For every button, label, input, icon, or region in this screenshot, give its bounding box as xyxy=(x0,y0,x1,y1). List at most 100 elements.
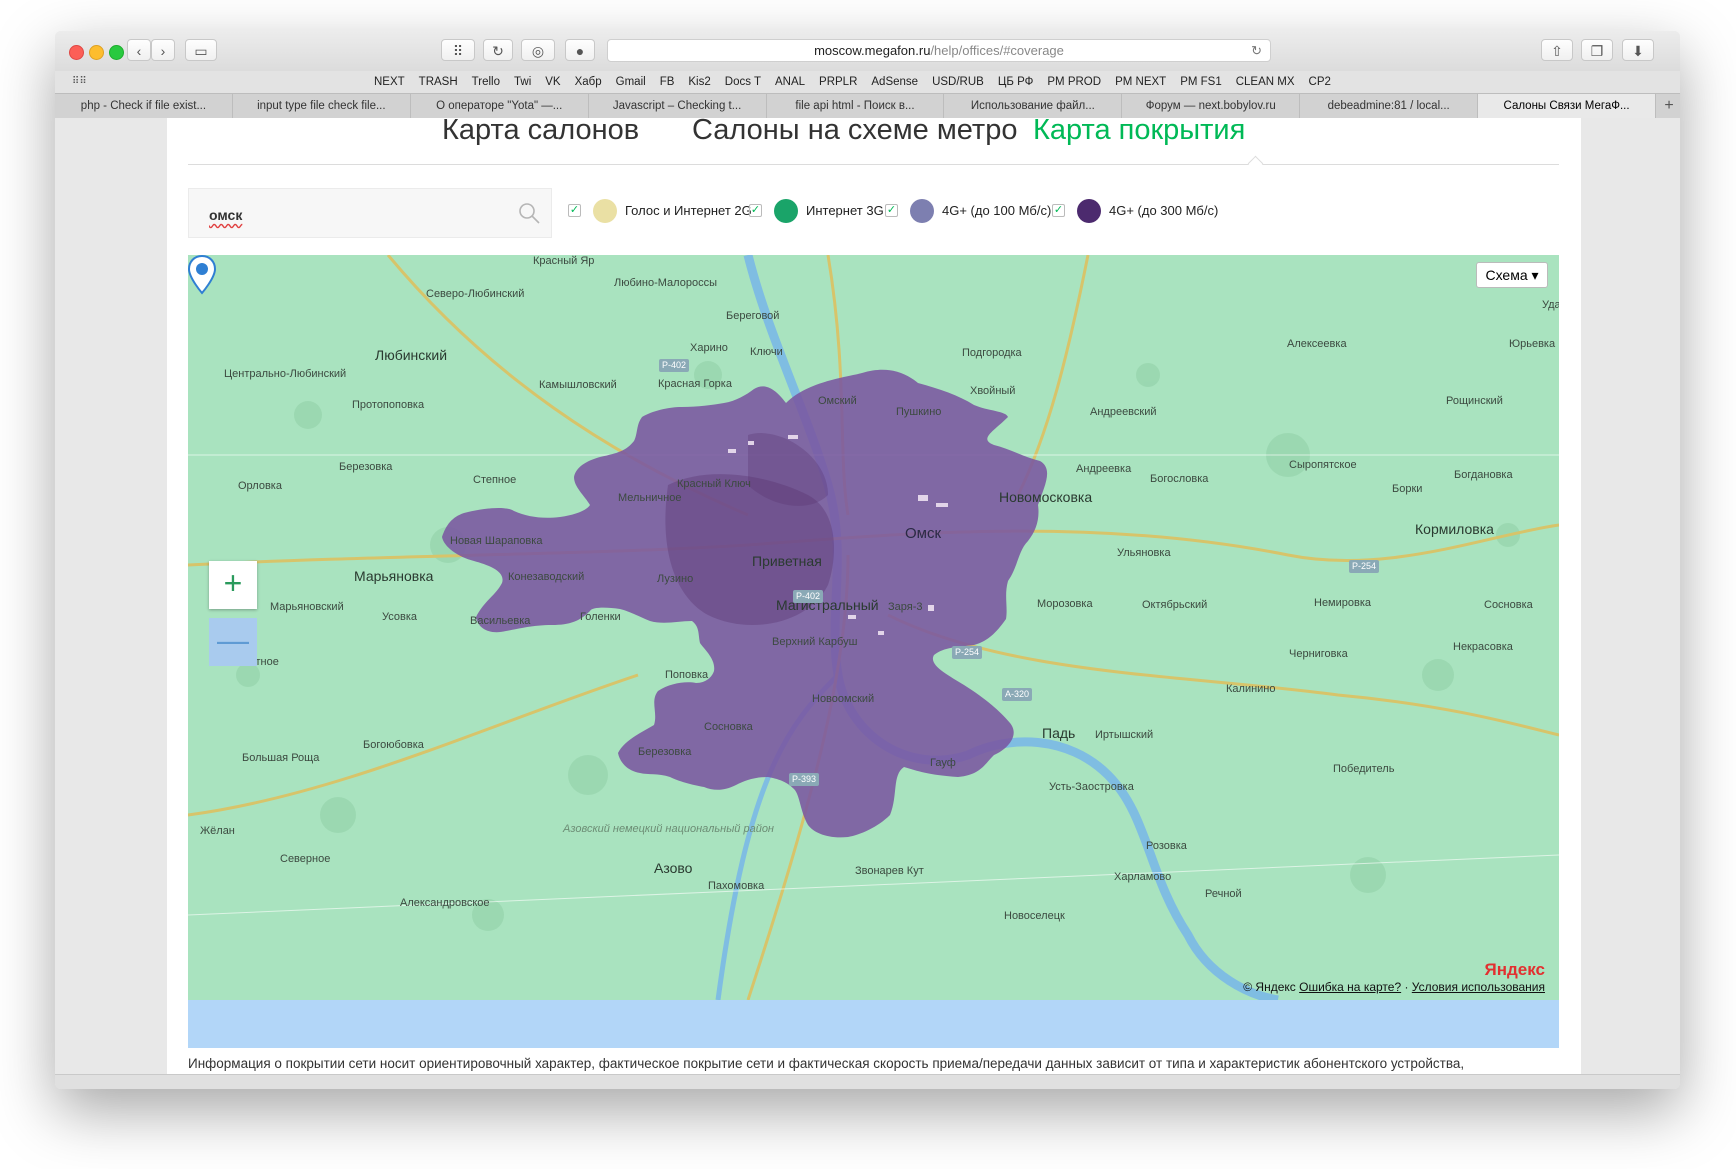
tab-metro-scheme[interactable]: Салоны на схеме метро xyxy=(692,118,1017,147)
favorite-item[interactable]: Twi xyxy=(514,71,531,93)
favorite-item[interactable]: ANAL xyxy=(775,71,805,93)
coverage-map[interactable]: Красный Яр Северо-Любинский Любино-Малор… xyxy=(188,255,1559,1000)
map-label: Новоомский xyxy=(812,693,875,705)
favorite-item[interactable]: Gmail xyxy=(616,71,646,93)
map-type-button[interactable]: Схема ▾ xyxy=(1476,262,1548,288)
favorite-item[interactable]: PRPLR xyxy=(819,71,857,93)
minimize-window-button[interactable] xyxy=(89,45,104,60)
map-label: Усовка xyxy=(382,611,418,623)
address-bar[interactable]: moscow.megafon.ru/help/offices/#coverage… xyxy=(607,39,1271,62)
page-content: Карта салонов Салоны на схеме метро Карт… xyxy=(167,118,1581,1089)
map-label: Александровское xyxy=(400,897,490,909)
refresh-icon[interactable]: ↻ xyxy=(1251,40,1262,61)
favorite-item[interactable]: ЦБ РФ xyxy=(998,71,1034,93)
chevron-right-icon: › xyxy=(160,43,166,59)
map-label: Падь xyxy=(1042,725,1076,741)
legend-4g-300-label: 4G+ (до 300 Мб/с) xyxy=(1109,203,1219,218)
browser-tab[interactable]: file api html - Поиск в... xyxy=(767,94,945,118)
road-label: А-320 xyxy=(1002,688,1033,701)
map-label: Заря-3 xyxy=(888,601,923,613)
sidebar-button[interactable]: ▭ xyxy=(185,39,217,61)
zoom-window-button[interactable] xyxy=(109,45,124,60)
favorite-item[interactable]: VK xyxy=(545,71,560,93)
downloads-button[interactable]: ⬇ xyxy=(1622,39,1654,61)
back-button[interactable]: ‹ xyxy=(127,39,151,61)
apps-grid-icon[interactable]: ⠿⠿ xyxy=(72,76,87,88)
map-label: Красный Ключ xyxy=(677,478,751,490)
terms-link[interactable]: Условия использования xyxy=(1412,980,1545,994)
checkbox-4g-300[interactable]: ✓ xyxy=(1052,204,1065,217)
browser-tab[interactable]: input type file check file... xyxy=(233,94,411,118)
map-label: Розовка xyxy=(1146,840,1187,852)
map-attribution: © Яндекс Ошибка на карте? · Условия испо… xyxy=(1243,980,1545,994)
legend-4g-300-swatch xyxy=(1077,199,1101,223)
browser-tab[interactable]: Использование файл... xyxy=(944,94,1123,118)
favorite-item[interactable]: Хабр xyxy=(575,71,602,93)
favorite-item[interactable]: AdSense xyxy=(871,71,918,93)
browser-tab[interactable]: О операторе "Yota" —... xyxy=(411,94,589,118)
legend-3g-label: Интернет 3G xyxy=(806,203,884,218)
reload-button[interactable]: ↻ xyxy=(483,39,513,61)
search-icon[interactable] xyxy=(517,201,541,225)
map-error-link[interactable]: Ошибка на карте? xyxy=(1299,980,1401,994)
favorite-item[interactable]: NEXT xyxy=(374,71,405,93)
top-sites-button[interactable]: ⠿ xyxy=(441,39,475,61)
favorite-item[interactable]: PM NEXT xyxy=(1115,71,1166,93)
map-label: Немировка xyxy=(1314,597,1372,609)
checkbox-3g[interactable]: ✓ xyxy=(749,204,762,217)
extension-button[interactable]: ● xyxy=(565,39,595,61)
zoom-in-button[interactable]: + xyxy=(209,561,257,609)
zoom-out-button[interactable]: — xyxy=(209,618,257,666)
close-window-button[interactable] xyxy=(69,45,84,60)
favorite-item[interactable]: Docs T xyxy=(725,71,761,93)
browser-tab[interactable]: Форум — next.bobylov.ru xyxy=(1122,94,1301,118)
browser-tab[interactable]: Салоны Связи МегаФ... xyxy=(1478,94,1656,118)
map-label: Харино xyxy=(690,342,728,354)
tab-salons-map[interactable]: Карта салонов xyxy=(442,118,639,147)
map-label: Конезаводский xyxy=(508,571,585,583)
city-search-field[interactable]: омск xyxy=(188,188,552,238)
browser-tab[interactable]: php - Check if file exist... xyxy=(55,94,233,118)
map-label: Сосновка xyxy=(1484,599,1533,611)
map-label: Алексеевка xyxy=(1287,338,1347,350)
map-label: Васильевка xyxy=(470,615,531,627)
map-label: Усть-Заостровка xyxy=(1049,781,1134,793)
url-domain: moscow.megafon.ru xyxy=(814,43,931,58)
favorite-item[interactable]: PM FS1 xyxy=(1180,71,1222,93)
map-label: Протопоповка xyxy=(352,399,425,411)
tabs-overview-button[interactable]: ❐ xyxy=(1581,39,1613,61)
favorite-item[interactable]: PM PROD xyxy=(1047,71,1101,93)
map-label: Уда xyxy=(1542,299,1559,311)
map-label: Пушкино xyxy=(896,406,942,418)
favorite-item[interactable]: TRASH xyxy=(419,71,458,93)
share-button[interactable]: ⇧ xyxy=(1541,39,1573,61)
map-label-district: Азовский немецкий национальный район xyxy=(563,823,774,835)
horizontal-scrollbar[interactable] xyxy=(55,1074,1680,1089)
browser-tab[interactable]: Javascript – Checking t... xyxy=(589,94,767,118)
map-label: Омский xyxy=(818,395,857,407)
favorite-item[interactable]: Kis2 xyxy=(688,71,710,93)
location-pin-icon[interactable] xyxy=(188,255,216,295)
map-label: Победитель xyxy=(1333,763,1395,775)
road-label: Р-254 xyxy=(1349,560,1380,573)
map-label: Богдановка xyxy=(1454,469,1513,481)
tab-coverage-map[interactable]: Карта покрытия xyxy=(1033,118,1245,147)
favorite-item[interactable]: CP2 xyxy=(1309,71,1331,93)
checkbox-4g-100[interactable]: ✓ xyxy=(885,204,898,217)
browser-tab[interactable]: debeadmine:81 / local... xyxy=(1300,94,1479,118)
reload-icon: ↻ xyxy=(492,43,504,59)
checkbox-2g[interactable]: ✓ xyxy=(568,204,581,217)
road-label: Р-402 xyxy=(793,590,824,603)
map-label: Хвойный xyxy=(970,385,1016,397)
browser-window: ‹ › ▭ ⠿ ↻ ◎ ● moscow.megafon.ru/help/off… xyxy=(55,31,1680,1089)
favorite-item[interactable]: Trello xyxy=(472,71,500,93)
page-viewport: Карта салонов Салоны на схеме метро Карт… xyxy=(55,118,1680,1089)
map-label: Сыропятское xyxy=(1289,459,1357,471)
favorite-item[interactable]: USD/RUB xyxy=(932,71,984,93)
new-tab-button[interactable]: + xyxy=(1658,94,1680,118)
favorite-item[interactable]: FB xyxy=(660,71,675,93)
forward-button[interactable]: › xyxy=(151,39,175,61)
reader-button[interactable]: ◎ xyxy=(521,39,555,61)
map-bottom-strip xyxy=(188,1000,1559,1048)
favorite-item[interactable]: CLEAN MX xyxy=(1236,71,1295,93)
